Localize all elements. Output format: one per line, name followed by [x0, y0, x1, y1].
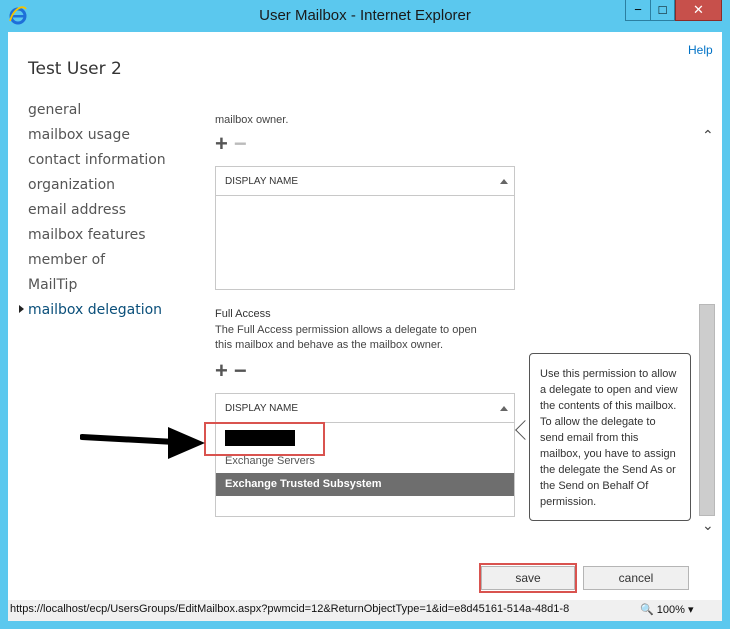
annotation-highlight-box [204, 422, 325, 456]
page-title: Test User 2 [28, 59, 122, 79]
list-item-selected[interactable]: Exchange Trusted Subsystem [216, 473, 514, 496]
send-on-behalf-toolbar: +− [215, 131, 253, 157]
remove-icon[interactable]: − [234, 358, 253, 383]
nav-item-general[interactable]: general [28, 102, 166, 127]
annotation-arrow [80, 427, 205, 459]
permission-tooltip: Use this permission to allow a delegate … [529, 353, 691, 521]
help-link[interactable]: Help [688, 43, 713, 57]
nav-item-organization[interactable]: organization [28, 177, 166, 202]
zoom-control[interactable]: 🔍 100% ▾ [640, 603, 694, 616]
full-access-title: Full Access [215, 308, 271, 320]
add-icon[interactable]: + [215, 131, 234, 156]
status-bar: https://localhost/ecp/UsersGroups/EditMa… [0, 600, 730, 629]
add-icon[interactable]: + [215, 358, 234, 383]
remove-icon[interactable]: − [234, 131, 253, 156]
column-header-label: DISPLAY NAME [225, 403, 298, 414]
scroll-up-icon[interactable]: ⌃ [702, 127, 714, 144]
column-header-label: DISPLAY NAME [225, 176, 298, 187]
dialog-content: Help Test User 2 general mailbox usage c… [8, 32, 722, 600]
full-access-description-2: this mailbox and behave as the mailbox o… [215, 339, 444, 351]
status-bar-inner: https://localhost/ecp/UsersGroups/EditMa… [8, 600, 722, 621]
window-title: User Mailbox - Internet Explorer [259, 7, 471, 24]
sidebar-nav: general mailbox usage contact informatio… [19, 102, 166, 327]
nav-item-mailbox-usage[interactable]: mailbox usage [28, 127, 166, 152]
column-header-display-name[interactable]: DISPLAY NAME [216, 167, 514, 196]
sort-arrow-icon[interactable] [500, 406, 508, 411]
send-on-behalf-list[interactable]: DISPLAY NAME [215, 166, 515, 290]
column-header-display-name[interactable]: DISPLAY NAME [216, 394, 514, 423]
title-bar[interactable]: User Mailbox - Internet Explorer − □ ✕ [0, 0, 730, 32]
annotation-save-highlight [479, 563, 577, 593]
section-text-fragment: mailbox owner. [215, 114, 289, 126]
close-button[interactable]: ✕ [675, 0, 722, 21]
chevron-down-icon: ▾ [687, 604, 694, 616]
nav-item-contact-information[interactable]: contact information [28, 152, 166, 177]
active-indicator-icon [19, 305, 24, 313]
minimize-button[interactable]: − [625, 0, 650, 21]
full-access-toolbar: +− [215, 358, 253, 384]
full-access-description-1: The Full Access permission allows a dele… [215, 324, 477, 336]
ie-window: User Mailbox - Internet Explorer − □ ✕ H… [0, 0, 730, 629]
scrollbar[interactable]: ⌃ ⌄ [698, 127, 718, 537]
nav-item-mailbox-delegation[interactable]: mailbox delegation [28, 302, 166, 327]
scroll-thumb[interactable] [699, 304, 715, 516]
zoom-level: 100% [656, 604, 685, 616]
nav-item-mailbox-features[interactable]: mailbox features [28, 227, 166, 252]
scroll-down-icon[interactable]: ⌄ [702, 517, 714, 534]
zoom-icon: 🔍 [640, 604, 654, 616]
nav-item-member-of[interactable]: member of [28, 252, 166, 277]
cancel-button[interactable]: cancel [583, 566, 689, 590]
status-url: https://localhost/ecp/UsersGroups/EditMa… [10, 603, 570, 615]
maximize-button[interactable]: □ [650, 0, 675, 21]
sort-arrow-icon[interactable] [500, 179, 508, 184]
nav-item-email-address[interactable]: email address [28, 202, 166, 227]
nav-item-mailtip[interactable]: MailTip [28, 277, 166, 302]
